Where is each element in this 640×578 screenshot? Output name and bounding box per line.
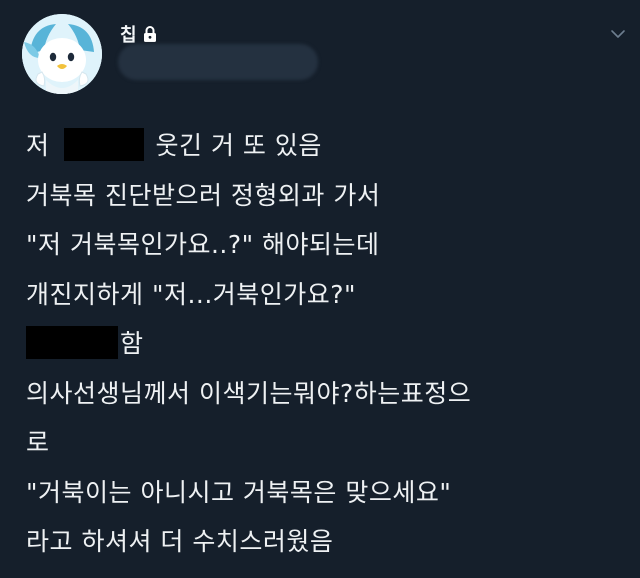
chevron-down-icon[interactable] — [604, 22, 632, 46]
tweet-text: 저 웃긴 거 또 있음 거북목 진단받으러 정형외과 가서 "저 거북목인가요..… — [26, 121, 626, 567]
tweet-line-1: 저 웃긴 거 또 있음 — [26, 121, 626, 171]
tweet: 칩 저 웃긴 거 또 있음 거북목 진단받으러 정형외과 가서 "저 거북목인가요… — [0, 0, 640, 578]
tweet-line-9: 라고 하셔셔 더 수치스러웠음 — [26, 527, 334, 556]
tweet-line-5: 함 — [26, 319, 626, 369]
tweet-line-8: "거북이는 아니시고 거북목은 맞으세요" — [26, 477, 452, 507]
tweet-line-7: 로 — [26, 428, 50, 457]
tweet-line-6: 의사선생님께서 이색기는뭐야?하는표정으 — [26, 378, 472, 408]
tweet-line-2: 거북목 진단받으러 정형외과 가서 — [26, 180, 381, 210]
username-redacted — [118, 44, 318, 80]
lock-icon — [143, 26, 157, 42]
redaction-box — [63, 127, 144, 161]
tweet-line-4: 개진지하게 "저...거북인가요?" — [26, 279, 357, 309]
avatar[interactable] — [22, 14, 102, 94]
redaction-box — [26, 325, 118, 359]
avatar-image — [22, 14, 102, 94]
tweet-line-3: "저 거북목인가요..?" 해야되는데 — [26, 230, 380, 259]
